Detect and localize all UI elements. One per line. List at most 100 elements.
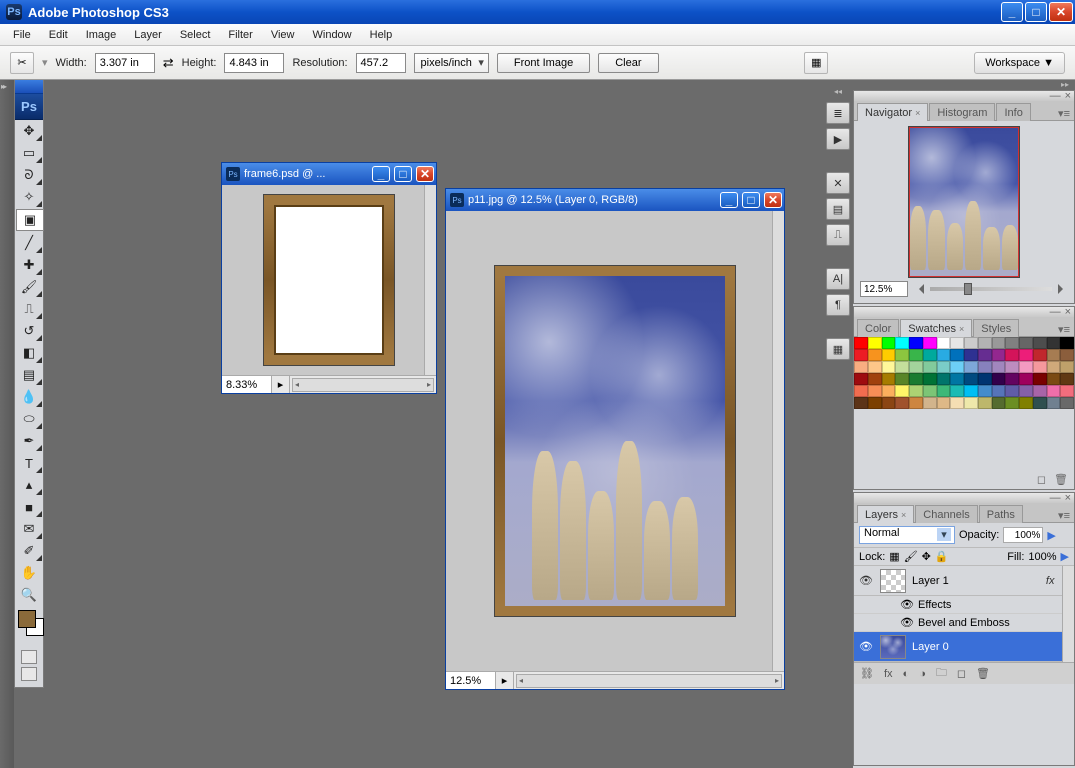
tab-channels[interactable]: Channels [915,505,977,523]
menu-edit[interactable]: Edit [40,26,77,44]
swatch[interactable] [854,385,868,397]
layer-style-icon[interactable]: fx [884,668,893,680]
dock-paragraph-icon[interactable]: ¶ [826,294,850,316]
doc1-info-icon[interactable]: ▸ [272,376,290,393]
fill-input[interactable]: 100% [1028,551,1056,563]
menu-view[interactable]: View [262,26,304,44]
swatch[interactable] [909,349,923,361]
swatch[interactable] [909,337,923,349]
swatch[interactable] [978,385,992,397]
doc2-titlebar[interactable]: Ps p11.jpg @ 12.5% (Layer 0, RGB/8) _ □ … [446,189,784,211]
menu-help[interactable]: Help [361,26,402,44]
dock-brushes-icon[interactable]: ▤ [826,198,850,220]
swatch[interactable] [895,397,909,409]
menu-image[interactable]: Image [77,26,126,44]
layer-mask-icon[interactable]: ◐ [903,668,910,680]
swatch[interactable] [1047,385,1061,397]
swatch[interactable] [1047,349,1061,361]
tab-histogram[interactable]: Histogram [929,103,995,121]
adjustment-layer-icon[interactable]: ◑ [919,668,926,680]
new-layer-icon[interactable]: ◻ [957,667,966,680]
doc2-zoom[interactable]: 12.5% [446,672,496,689]
panel-close-icon[interactable]: × [1065,90,1071,102]
menu-filter[interactable]: Filter [219,26,261,44]
workspace-button[interactable]: Workspace ▼ [974,52,1065,74]
swatch-grid[interactable] [854,337,1074,409]
swatch[interactable] [923,385,937,397]
document-window-frame6[interactable]: Ps frame6.psd @ ... _ □ ✕ 8.33% ▸ [221,162,437,394]
swatch[interactable] [923,337,937,349]
swatch[interactable] [1060,349,1074,361]
swatch[interactable] [868,361,882,373]
group-icon[interactable]: 🗀 [936,664,947,683]
swatch[interactable] [992,385,1006,397]
menu-select[interactable]: Select [171,26,220,44]
panel-menu-icon[interactable]: ▾≡ [1058,509,1070,522]
swatch[interactable] [854,337,868,349]
swatch[interactable] [895,361,909,373]
clear-button[interactable]: Clear [598,53,658,73]
swatch[interactable] [868,373,882,385]
swatch[interactable] [992,337,1006,349]
swatch[interactable] [1047,373,1061,385]
swatch[interactable] [992,361,1006,373]
swatch[interactable] [1033,337,1047,349]
swatch[interactable] [909,397,923,409]
swatch[interactable] [964,337,978,349]
swatch[interactable] [950,349,964,361]
swatch[interactable] [937,385,951,397]
tab-info[interactable]: Info [996,103,1030,121]
tab-paths[interactable]: Paths [979,505,1023,523]
swatch[interactable] [1060,337,1074,349]
swatch[interactable] [882,385,896,397]
swatch[interactable] [882,349,896,361]
swatch[interactable] [895,337,909,349]
swatch[interactable] [1005,397,1019,409]
swatch[interactable] [882,373,896,385]
swatch[interactable] [1019,337,1033,349]
fx-badge[interactable]: fx [1046,575,1059,587]
lock-transparency-icon[interactable]: ▦ [889,550,899,563]
close-button[interactable]: ✕ [1049,2,1073,22]
swatch[interactable] [868,349,882,361]
swatch[interactable] [964,397,978,409]
left-dock-edge[interactable] [0,80,14,768]
swatch[interactable] [868,397,882,409]
swatch[interactable] [868,385,882,397]
swap-dims-icon[interactable]: ⇄ [163,55,174,71]
go-to-bridge-icon[interactable]: ▦ [804,52,828,74]
doc2-canvas[interactable] [446,211,784,671]
swatch[interactable] [1033,373,1047,385]
swatch[interactable] [1019,373,1033,385]
doc1-maximize[interactable]: □ [394,166,412,182]
width-input[interactable]: 3.307 in [95,53,155,73]
navigator-preview[interactable] [909,127,1019,277]
swatch[interactable] [992,397,1006,409]
doc2-maximize[interactable]: □ [742,192,760,208]
swatch[interactable] [950,337,964,349]
swatch[interactable] [964,361,978,373]
swatch[interactable] [854,373,868,385]
swatch[interactable] [978,373,992,385]
tab-navigator[interactable]: Navigator× [857,103,928,121]
swatch[interactable] [1033,349,1047,361]
swatch[interactable] [1047,361,1061,373]
doc1-titlebar[interactable]: Ps frame6.psd @ ... _ □ ✕ [222,163,436,185]
swatch[interactable] [950,397,964,409]
swatch[interactable] [978,397,992,409]
zoom-slider[interactable] [930,287,1052,291]
bevel-emboss-row[interactable]: 👁Bevel and Emboss [854,614,1074,632]
panel-close-icon[interactable]: × [1065,492,1071,504]
swatch[interactable] [909,361,923,373]
swatch[interactable] [895,349,909,361]
swatch[interactable] [854,361,868,373]
swatch[interactable] [978,361,992,373]
dock-tool-presets-icon[interactable]: ✕ [826,172,850,194]
swatch[interactable] [1005,361,1019,373]
doc1-canvas[interactable] [222,185,436,375]
height-input[interactable]: 4.843 in [224,53,284,73]
layer-name[interactable]: Layer 1 [912,575,949,587]
swatch[interactable] [882,337,896,349]
maximize-button[interactable]: □ [1025,2,1047,22]
swatch[interactable] [964,385,978,397]
